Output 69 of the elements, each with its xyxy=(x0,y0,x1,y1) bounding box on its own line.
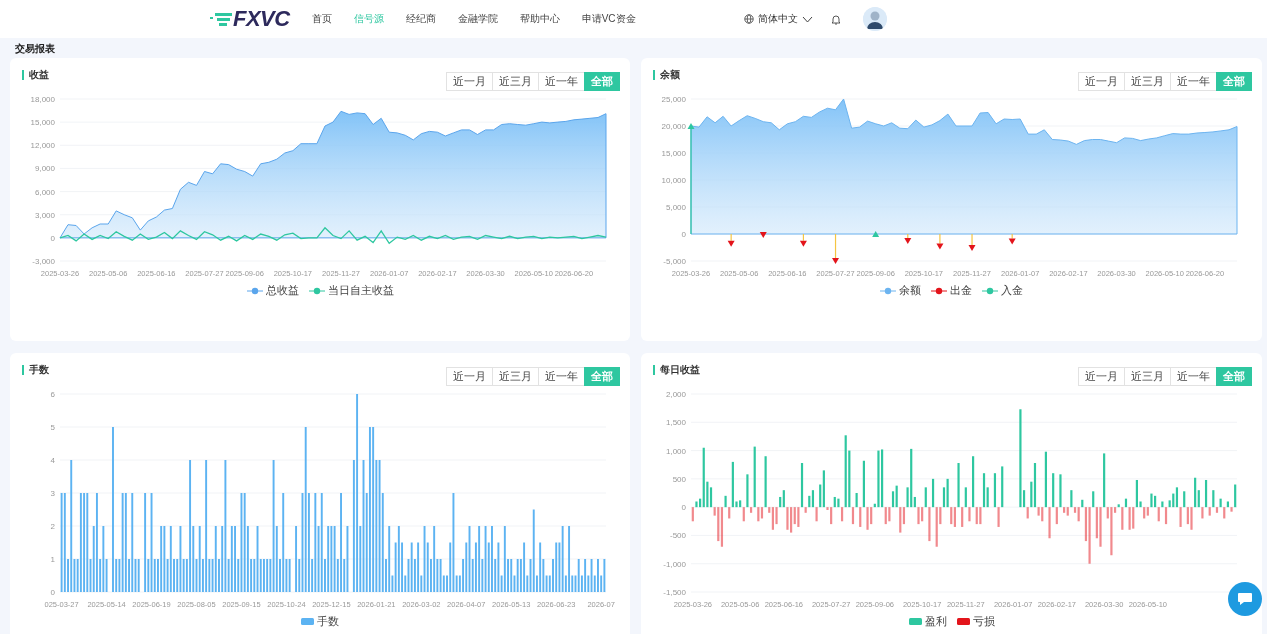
axis-label: 500 xyxy=(672,474,686,484)
nav-link[interactable]: 申请VC资金 xyxy=(581,12,636,26)
axis-label: 5 xyxy=(50,423,55,432)
range-tab[interactable]: 近三月 xyxy=(1124,72,1171,91)
nav-link[interactable]: 帮助中心 xyxy=(519,12,560,26)
axis-label: 3,000 xyxy=(34,210,55,220)
range-tab[interactable]: 近一月 xyxy=(446,367,493,386)
legend-label: 当日自主收益 xyxy=(327,283,394,298)
range-tab[interactable]: 近一年 xyxy=(538,367,585,386)
point xyxy=(936,243,944,250)
range-tab[interactable]: 近一年 xyxy=(538,72,585,91)
range-tab[interactable]: 近一月 xyxy=(1078,367,1125,386)
axis-label: -5,000 xyxy=(663,257,686,266)
nav-link[interactable]: 首页 xyxy=(311,12,332,26)
point xyxy=(727,240,735,247)
card-title: 余额 xyxy=(653,70,680,80)
axis-label: 0 xyxy=(681,503,686,513)
nav-link[interactable]: 经纪商 xyxy=(405,12,436,26)
axis-label: 20,000 xyxy=(661,122,686,131)
axis-label: 10,000 xyxy=(661,176,686,185)
axis-label: 6 xyxy=(50,390,55,399)
axis-label: 4 xyxy=(50,456,55,465)
card-title: 手数 xyxy=(22,365,49,375)
axis-label: 0 xyxy=(50,588,55,597)
axis-label: 1,500 xyxy=(665,418,686,428)
point xyxy=(799,240,807,247)
point xyxy=(832,258,840,264)
axis-label: 2 xyxy=(50,522,55,531)
axis-label: 1 xyxy=(50,555,55,564)
legend-label: 手数 xyxy=(317,614,339,629)
axis-label: 25,000 xyxy=(661,95,686,104)
axis-label: 5,000 xyxy=(665,203,686,212)
axis-label: 6,000 xyxy=(34,187,55,197)
range-tab[interactable]: 近三月 xyxy=(492,72,539,91)
axis-label: 3 xyxy=(50,489,55,498)
axis-label: 2,000 xyxy=(665,390,686,399)
legend-label: 出金 xyxy=(950,283,972,298)
nav-link[interactable]: 金融学院 xyxy=(457,12,498,26)
axis-label: 18,000 xyxy=(30,95,55,104)
range-tab[interactable]: 近一年 xyxy=(1170,367,1217,386)
axis-label: -1,000 xyxy=(663,559,686,569)
axis-label: -3,000 xyxy=(32,257,55,266)
legend-label: 入金 xyxy=(1001,283,1023,298)
axis-label: -500 xyxy=(670,531,686,541)
legend-label: 盈利 xyxy=(924,614,947,629)
card-title: 收益 xyxy=(22,70,49,80)
page-title: 交易报表 xyxy=(14,42,56,56)
range-tab[interactable]: 近一月 xyxy=(1078,72,1125,91)
range-tab[interactable]: 近一月 xyxy=(446,72,493,91)
axis-label: 0 xyxy=(50,233,55,243)
legend-label: 亏损 xyxy=(972,614,995,629)
point xyxy=(968,245,976,252)
axis-label: -1,500 xyxy=(663,588,686,597)
card-title: 每日收益 xyxy=(653,365,700,375)
range-tab[interactable]: 近三月 xyxy=(492,367,539,386)
axis-label: 15,000 xyxy=(661,149,686,158)
range-tab[interactable]: 近一年 xyxy=(1170,72,1217,91)
legend-label: 总收益 xyxy=(265,283,299,298)
language-selector[interactable]: 简体中文 xyxy=(758,12,798,26)
legend-label: 余额 xyxy=(899,283,921,298)
axis-label: 15,000 xyxy=(30,118,55,128)
axis-label: 9,000 xyxy=(34,164,55,174)
axis-label: 1,000 xyxy=(665,446,686,456)
point xyxy=(904,238,912,245)
range-tab[interactable]: 近三月 xyxy=(1124,367,1171,386)
logo[interactable]: FXVC xyxy=(233,6,290,32)
point xyxy=(687,123,695,129)
axis-label: 0 xyxy=(681,230,686,239)
axis-label: 12,000 xyxy=(30,141,55,151)
